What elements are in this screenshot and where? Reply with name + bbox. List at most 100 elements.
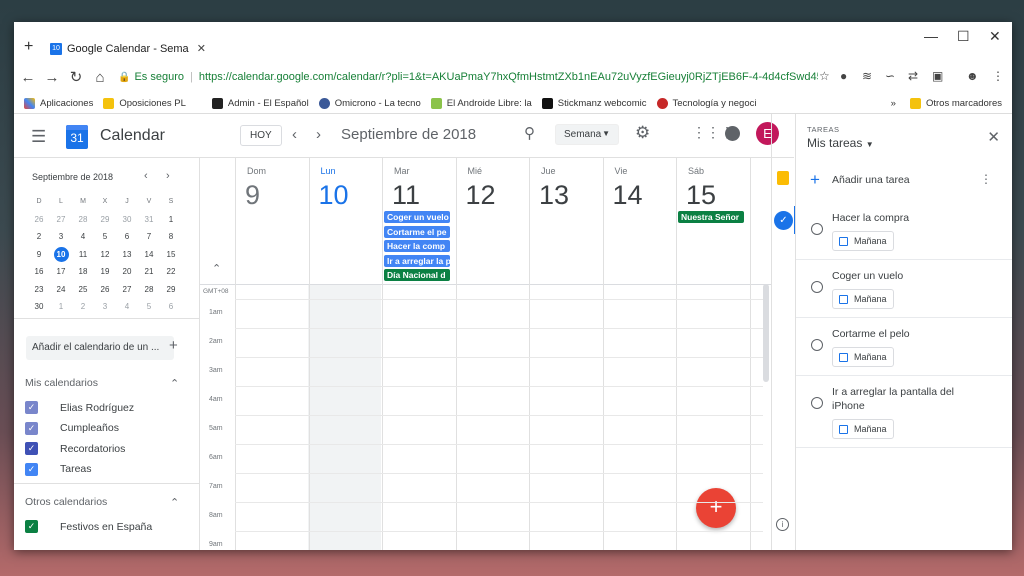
close-panel-icon[interactable]: ✕	[987, 128, 1000, 146]
checkbox-icon[interactable]: ✓	[25, 421, 38, 435]
previous-week-icon[interactable]: ‹	[292, 126, 297, 143]
mini-day[interactable]: 28	[138, 285, 160, 294]
mini-day[interactable]: 26	[94, 285, 116, 294]
day-header[interactable]: Mié 12	[456, 158, 530, 284]
bookmark-item[interactable]: Omicrono - La tecno	[318, 97, 421, 109]
add-calendar-plus-icon[interactable]: +	[169, 337, 178, 354]
mini-day[interactable]: 31	[138, 215, 160, 224]
task-complete-circle-icon[interactable]	[811, 339, 823, 351]
profile-icon[interactable]: ☻	[966, 69, 979, 83]
mini-day[interactable]: 9	[28, 250, 50, 259]
checkbox-icon[interactable]: ✓	[25, 520, 38, 533]
add-task-button[interactable]: Añadir una tarea	[832, 174, 910, 186]
search-icon[interactable]: ⚲	[524, 124, 535, 142]
bookmark-item[interactable]: Stickmanz webcomic	[541, 97, 647, 109]
bookmark-item[interactable]: Admin - El Español	[211, 97, 309, 109]
extension-sync-icon[interactable]: ⇄	[908, 69, 918, 83]
add-task-plus-icon[interactable]: +	[810, 170, 820, 190]
mini-day[interactable]: 15	[160, 250, 182, 259]
mini-day[interactable]: 10	[50, 246, 72, 262]
task-item[interactable]: Cortarme el pelo Mañana	[796, 318, 1012, 376]
calendar-item[interactable]: ✓ Tareas	[25, 462, 92, 476]
checkbox-icon[interactable]: ✓	[25, 401, 38, 414]
bookmark-item[interactable]: Tecnología y negoci	[656, 97, 756, 109]
tasks-check-icon[interactable]: ✓	[774, 211, 793, 230]
mini-day[interactable]: 3	[94, 302, 116, 311]
bookmarks-more[interactable]: »	[891, 98, 896, 109]
mini-day[interactable]: 1	[160, 215, 182, 224]
mini-day[interactable]: 2	[28, 232, 50, 241]
mini-day[interactable]: 12	[94, 250, 116, 259]
day-number[interactable]: 14	[613, 180, 643, 211]
address-bar[interactable]: 🔒 Es seguro | https://calendar.google.co…	[118, 66, 818, 88]
minimize-icon[interactable]: —	[924, 28, 938, 44]
mini-day[interactable]: 3	[50, 232, 72, 241]
mini-day[interactable]: 2	[72, 302, 94, 311]
extension-layers-icon[interactable]: ≋	[862, 69, 872, 83]
task-date-chip[interactable]: Mañana	[832, 347, 894, 367]
mini-day[interactable]: 6	[116, 232, 138, 241]
mini-day[interactable]: 11	[72, 250, 94, 259]
mini-day[interactable]: 28	[72, 215, 94, 224]
mini-day[interactable]: 26	[28, 215, 50, 224]
settings-gear-icon[interactable]: ⚙	[635, 123, 650, 143]
bookmark-item[interactable]: El Androide Libre: la	[430, 97, 532, 109]
calendar-event[interactable]: Cortarme el pe	[384, 225, 450, 238]
mini-day[interactable]: 27	[116, 285, 138, 294]
mini-prev-icon[interactable]: ‹	[144, 170, 148, 182]
next-week-icon[interactable]: ›	[316, 126, 321, 143]
mini-day[interactable]: 5	[138, 302, 160, 311]
mini-day[interactable]: 1	[50, 302, 72, 311]
task-date-chip[interactable]: Mañana	[832, 289, 894, 309]
task-title[interactable]: Hacer la compra	[832, 211, 972, 225]
day-header[interactable]: Vie 14	[603, 158, 677, 284]
mini-day[interactable]: 30	[28, 302, 50, 311]
mini-day[interactable]: 22	[160, 267, 182, 276]
calendar-item[interactable]: ✓ Festivos en España	[25, 520, 152, 533]
day-header[interactable]: Dom 9	[235, 158, 309, 284]
mini-day[interactable]: 29	[94, 215, 116, 224]
mini-day[interactable]: 23	[28, 285, 50, 294]
calendar-item[interactable]: ✓ Recordatorios	[25, 442, 125, 455]
day-number[interactable]: 9	[245, 180, 260, 211]
checkbox-icon[interactable]: ✓	[25, 462, 38, 476]
mini-day[interactable]: 17	[50, 267, 72, 276]
task-date-chip[interactable]: Mañana	[832, 231, 894, 251]
bookmark-star-icon[interactable]: ☆	[819, 69, 830, 83]
mini-day[interactable]: 4	[116, 302, 138, 311]
main-menu-icon[interactable]: ☰	[31, 127, 46, 147]
view-selector[interactable]: Semana ▼	[555, 124, 619, 145]
mini-day[interactable]: 5	[94, 232, 116, 241]
mini-day[interactable]: 24	[50, 285, 72, 294]
close-window-icon[interactable]: ✕	[989, 28, 1001, 45]
mini-day[interactable]: 6	[160, 302, 182, 311]
calendar-event[interactable]: Día Nacional d	[384, 269, 450, 281]
day-number[interactable]: 13	[539, 180, 569, 211]
calendar-event[interactable]: Nuestra Señor	[678, 211, 744, 223]
mini-next-icon[interactable]: ›	[166, 170, 170, 182]
day-header[interactable]: Jue 13	[529, 158, 603, 284]
other-calendars-title[interactable]: Otros calendarios	[25, 496, 107, 508]
mini-day[interactable]: 13	[116, 250, 138, 259]
task-complete-circle-icon[interactable]	[811, 281, 823, 293]
mini-day[interactable]: 30	[116, 215, 138, 224]
reload-icon[interactable]: ↻	[66, 68, 86, 86]
task-item[interactable]: Coger un vuelo Mañana	[796, 260, 1012, 318]
checkbox-icon[interactable]: ✓	[25, 442, 38, 455]
browser-tab[interactable]: 10 Google Calendar - Sema ✕	[50, 42, 206, 55]
bookmark-item[interactable]: Oposiciones PL	[103, 97, 186, 109]
info-icon[interactable]: i	[776, 518, 789, 531]
collapse-chevron-icon[interactable]: ⌃	[170, 496, 179, 509]
day-number[interactable]: 15	[686, 180, 716, 211]
calendar-event[interactable]: Coger un vuelo	[384, 211, 450, 223]
extension-icon[interactable]: ∽	[885, 69, 895, 83]
collapse-chevron-icon[interactable]: ⌃	[170, 377, 179, 390]
today-button[interactable]: HOY	[240, 125, 282, 146]
calendar-event[interactable]: Hacer la comp	[384, 240, 450, 252]
mini-day[interactable]: 25	[72, 285, 94, 294]
mini-day[interactable]: 19	[94, 267, 116, 276]
add-calendar-input[interactable]: Añadir el calendario de un ...	[26, 336, 174, 360]
notifications-icon[interactable]	[725, 126, 740, 141]
mini-day[interactable]: 29	[160, 285, 182, 294]
mini-day[interactable]: 14	[138, 250, 160, 259]
